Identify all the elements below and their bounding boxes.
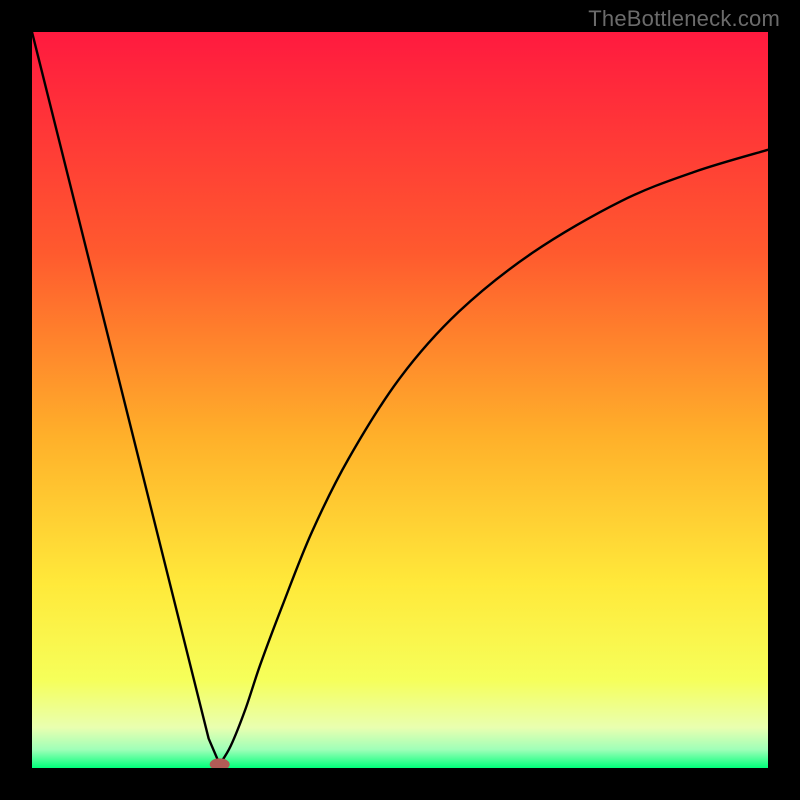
chart-svg	[32, 32, 768, 768]
chart-area	[32, 32, 768, 768]
gradient-background	[32, 32, 768, 768]
watermark-text: TheBottleneck.com	[588, 6, 780, 32]
outer-frame: TheBottleneck.com	[0, 0, 800, 800]
